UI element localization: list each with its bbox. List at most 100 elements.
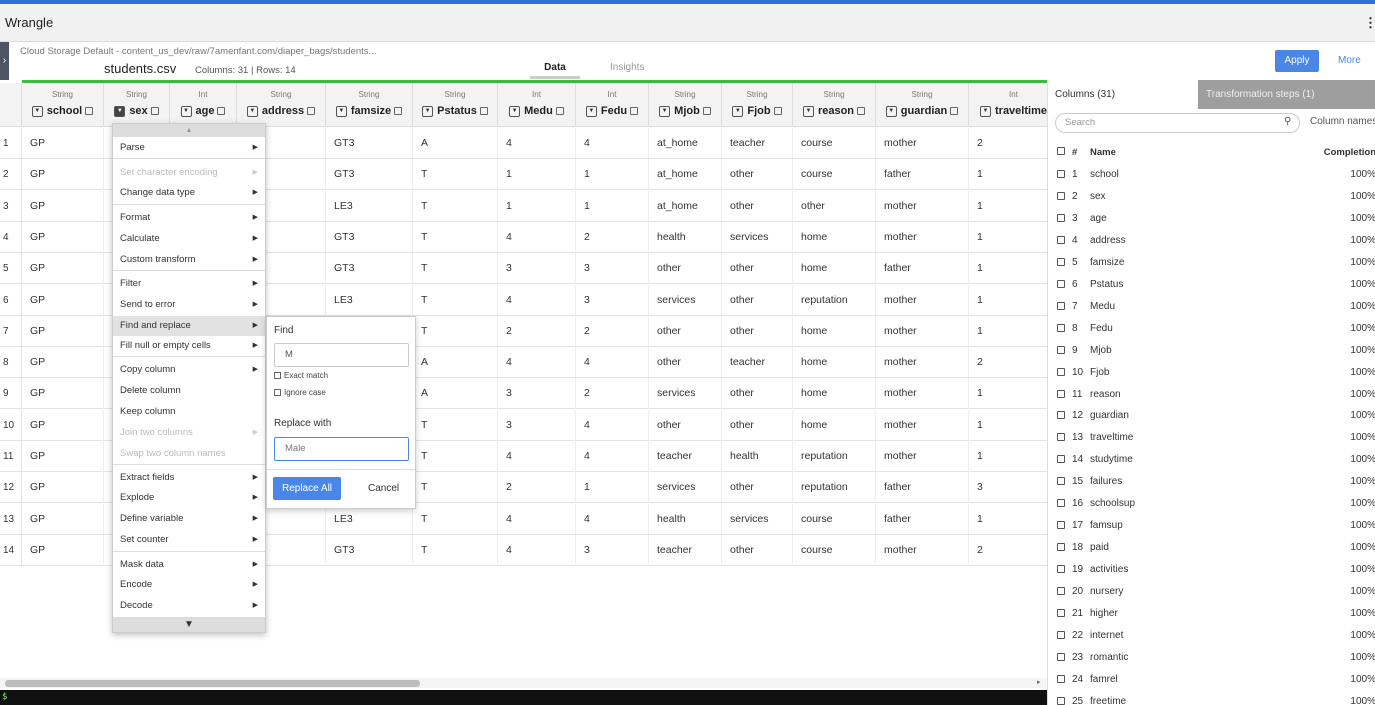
menu-item-extract-fields[interactable]: Extract fields ▶ — [113, 468, 265, 488]
table-cell[interactable]: other — [649, 409, 722, 441]
table-cell[interactable]: T — [413, 221, 498, 253]
table-cell[interactable]: father — [876, 503, 969, 535]
column-menu-chevron-icon[interactable]: ▼ — [422, 105, 434, 117]
tab-insights[interactable]: Insights — [610, 62, 644, 73]
menu-scroll-up-icon[interactable]: ▲ — [113, 124, 265, 137]
find-input[interactable]: M — [274, 343, 409, 367]
column-menu-chevron-icon[interactable]: ▼ — [802, 105, 814, 117]
table-cell[interactable]: 4 — [498, 128, 576, 159]
table-cell[interactable]: 3 — [498, 253, 576, 285]
table-cell[interactable]: other — [722, 284, 793, 316]
menu-item-delete-column[interactable]: Delete column — [113, 381, 265, 401]
column-list-item[interactable]: 18 paid 100% — [1048, 537, 1375, 559]
table-cell[interactable]: 4 — [576, 441, 649, 472]
table-cell[interactable]: reputation — [793, 441, 876, 472]
menu-item-format[interactable]: Format ▶ — [113, 208, 265, 228]
column-list-item[interactable]: 20 nursery 100% — [1048, 581, 1375, 603]
table-cell[interactable]: 1 — [969, 253, 1047, 284]
table-cell[interactable]: mother — [876, 378, 969, 410]
table-cell[interactable]: health — [649, 221, 722, 253]
table-cell[interactable]: 1 — [969, 504, 1047, 535]
column-select-checkbox[interactable] — [857, 107, 866, 116]
menu-item-copy-column[interactable]: Copy column ▶ — [113, 360, 265, 380]
table-cell[interactable]: T — [413, 253, 498, 285]
overflow-menu-icon[interactable]: ⋮ — [1364, 15, 1375, 31]
column-select-checkbox[interactable] — [150, 107, 159, 116]
table-cell[interactable]: GP — [22, 472, 104, 504]
table-cell[interactable]: 3 — [576, 253, 649, 285]
more-button[interactable]: More — [1338, 55, 1361, 66]
table-cell[interactable]: reputation — [793, 472, 876, 504]
table-cell[interactable]: other — [722, 159, 793, 191]
column-menu-chevron-icon[interactable]: ▼ — [180, 105, 192, 117]
table-cell[interactable]: course — [793, 534, 876, 566]
column-checkbox[interactable] — [1057, 455, 1065, 464]
table-cell[interactable]: 1 — [969, 285, 1047, 316]
table-cell[interactable]: home — [793, 315, 876, 347]
menu-item-send-to-error[interactable]: Send to error ▶ — [113, 295, 265, 315]
menu-item-mask-data[interactable]: Mask data ▶ — [113, 555, 265, 575]
column-list-item[interactable]: 16 schoolsup 100% — [1048, 493, 1375, 515]
table-cell[interactable]: GP — [22, 221, 104, 253]
table-cell[interactable]: mother — [876, 190, 969, 222]
menu-item-find-and-replace[interactable]: Find and replace ▶ — [113, 316, 265, 336]
table-cell[interactable]: services — [722, 221, 793, 253]
column-checkbox[interactable] — [1057, 674, 1065, 683]
replace-all-button[interactable]: Replace All — [273, 477, 341, 500]
table-cell[interactable]: 2 — [969, 347, 1047, 378]
column-select-checkbox[interactable] — [702, 107, 711, 116]
table-cell[interactable]: T — [413, 190, 498, 222]
menu-item-explode[interactable]: Explode ▶ — [113, 488, 265, 508]
table-cell[interactable]: at_home — [649, 128, 722, 159]
table-cell[interactable]: 4 — [576, 409, 649, 441]
table-cell[interactable]: T — [413, 472, 498, 504]
table-cell[interactable]: teacher — [649, 441, 722, 472]
menu-item-custom-transform[interactable]: Custom transform ▶ — [113, 250, 265, 270]
column-header-pstatus[interactable]: String ▼ Pstatus — [413, 83, 498, 127]
table-cell[interactable]: GT3 — [326, 253, 413, 285]
column-list-item[interactable]: 10 Fjob 100% — [1048, 362, 1375, 384]
table-cell[interactable]: reputation — [793, 284, 876, 316]
table-cell[interactable]: 2 — [498, 472, 576, 504]
column-checkbox[interactable] — [1057, 323, 1065, 332]
column-checkbox[interactable] — [1057, 411, 1065, 420]
table-cell[interactable]: T — [413, 409, 498, 441]
column-select-checkbox[interactable] — [479, 107, 488, 116]
column-checkbox[interactable] — [1057, 477, 1065, 486]
table-cell[interactable]: mother — [876, 221, 969, 253]
table-cell[interactable]: other — [722, 253, 793, 285]
column-list-item[interactable]: 22 internet 100% — [1048, 625, 1375, 647]
table-cell[interactable]: GP — [22, 409, 104, 441]
table-cell[interactable]: at_home — [649, 190, 722, 222]
ignore-case-checkbox[interactable]: Ignore case — [274, 388, 326, 397]
table-cell[interactable]: mother — [876, 441, 969, 472]
table-cell[interactable]: 3 — [576, 534, 649, 566]
column-list-item[interactable]: 13 traveltime 100% — [1048, 427, 1375, 449]
table-cell[interactable]: mother — [876, 284, 969, 316]
menu-item-change-data-type[interactable]: Change data type ▶ — [113, 183, 265, 203]
column-header-medu[interactable]: Int ▼ Medu — [498, 83, 576, 127]
table-cell[interactable]: services — [649, 472, 722, 504]
table-cell[interactable]: 1 — [969, 441, 1047, 472]
table-cell[interactable]: 3 — [576, 284, 649, 316]
table-cell[interactable]: 1 — [969, 316, 1047, 347]
table-cell[interactable]: 1 — [969, 191, 1047, 222]
column-menu-chevron-icon[interactable]: ▼ — [114, 105, 126, 117]
column-checkbox[interactable] — [1057, 191, 1065, 200]
table-cell[interactable]: T — [413, 159, 498, 191]
table-cell[interactable]: mother — [876, 315, 969, 347]
table-cell[interactable]: 4 — [498, 347, 576, 379]
table-cell[interactable]: health — [649, 503, 722, 535]
table-cell[interactable]: 1 — [969, 159, 1047, 190]
replace-input[interactable]: Male — [274, 437, 409, 461]
table-cell[interactable]: other — [722, 472, 793, 504]
column-checkbox[interactable] — [1057, 433, 1065, 442]
column-list-item[interactable]: 2 sex 100% — [1048, 186, 1375, 208]
menu-item-encode[interactable]: Encode ▶ — [113, 575, 265, 595]
table-cell[interactable]: father — [876, 472, 969, 504]
table-cell[interactable]: 1 — [969, 222, 1047, 253]
column-list-item[interactable]: 8 Fedu 100% — [1048, 318, 1375, 340]
table-cell[interactable]: T — [413, 441, 498, 472]
table-cell[interactable]: home — [793, 409, 876, 441]
table-cell[interactable]: mother — [876, 128, 969, 159]
